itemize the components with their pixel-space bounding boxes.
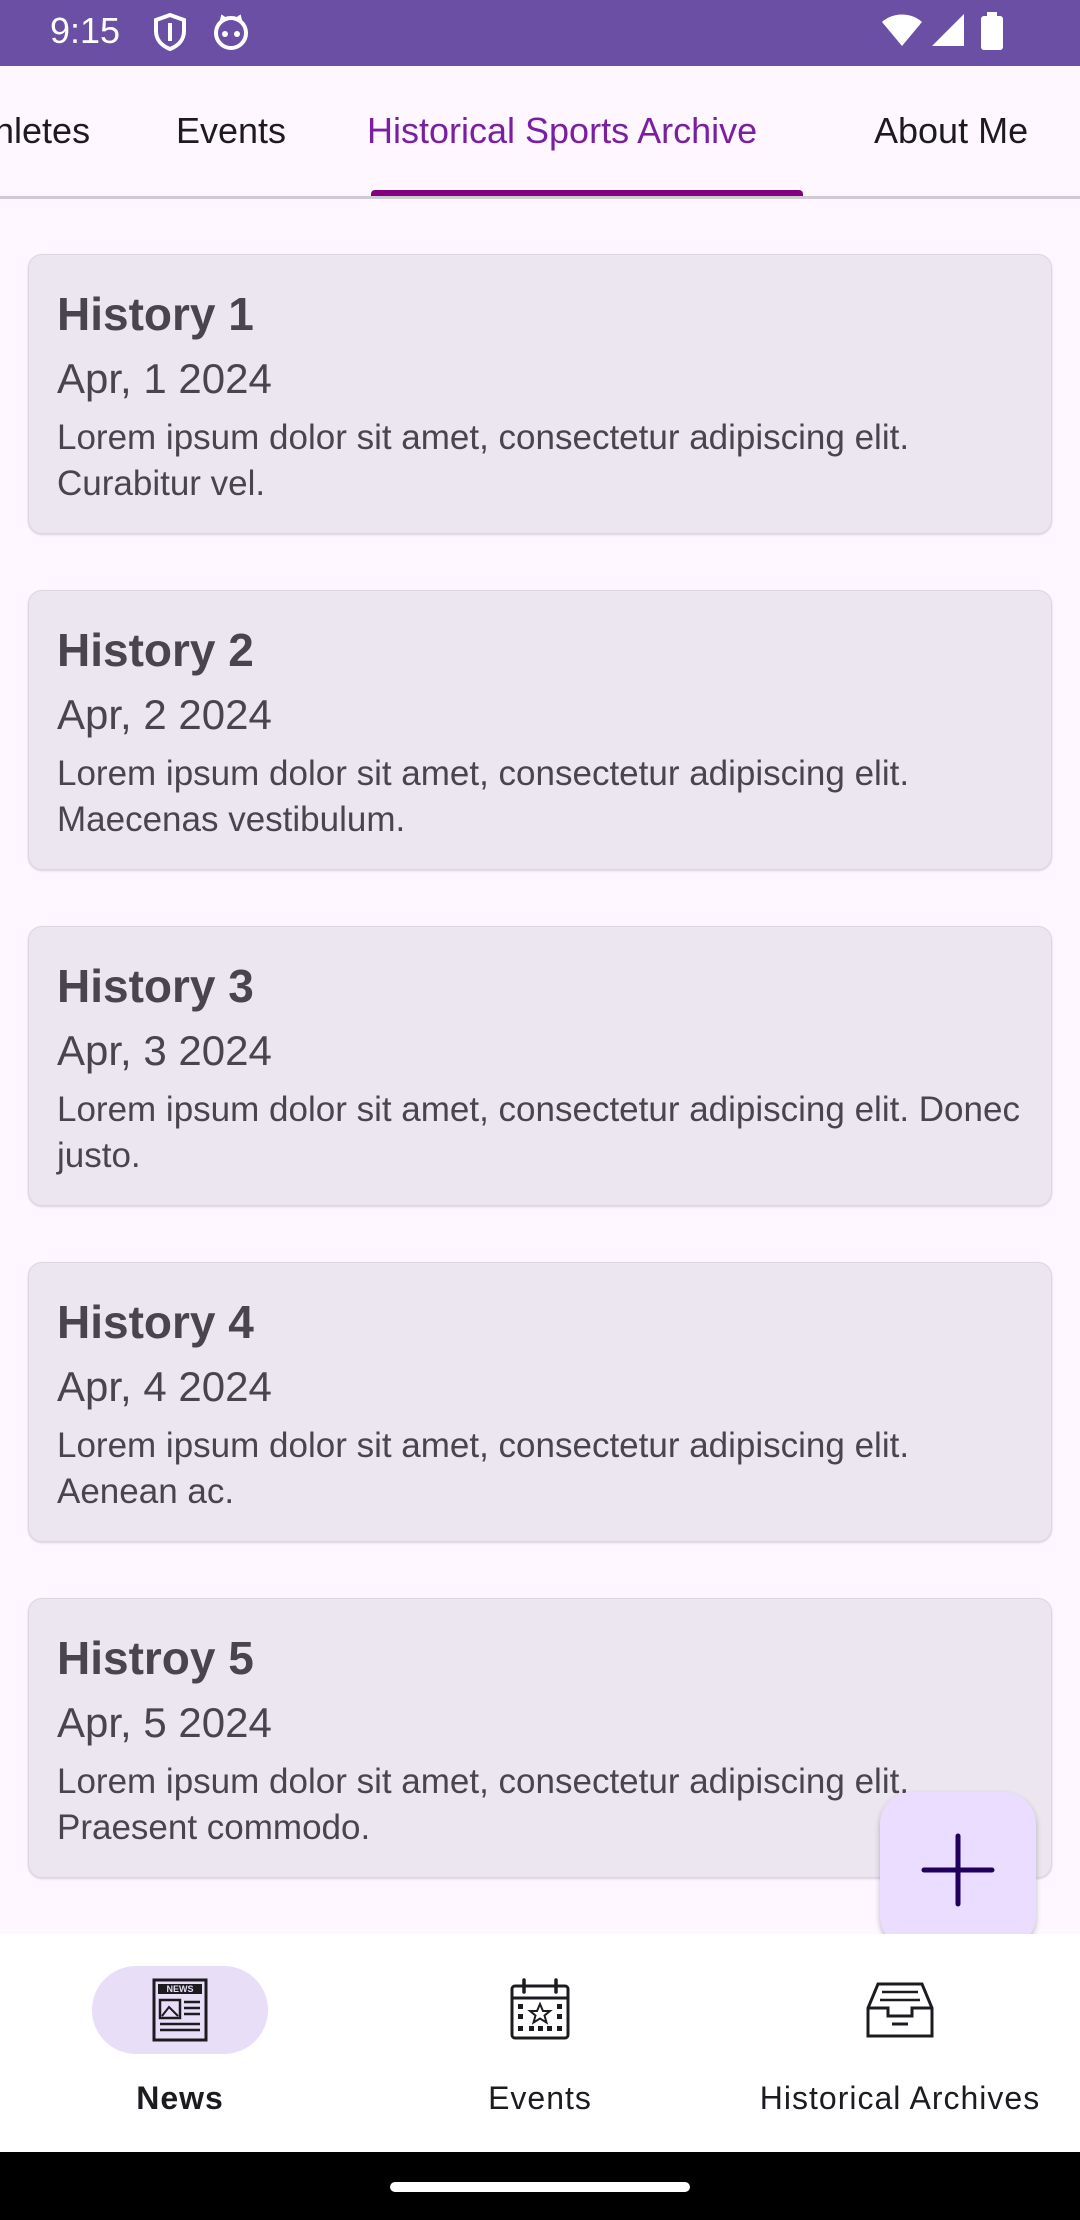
status-time: 9:15 (50, 10, 121, 51)
history-card[interactable]: History 1 Apr, 1 2024 Lorem ipsum dolor … (28, 254, 1052, 534)
plus-icon (921, 1833, 995, 1907)
archive-box-icon (866, 1982, 934, 2038)
history-card[interactable]: History 3 Apr, 3 2024 Lorem ipsum dolor … (28, 926, 1052, 1206)
card-description: Lorem ipsum dolor sit amet, consectetur … (57, 754, 910, 839)
cat-face-icon (214, 14, 248, 50)
system-navigation-bar (0, 2152, 1080, 2220)
shield-icon (154, 12, 186, 52)
nav-label-historical-archives: Historical Archives (759, 2080, 1041, 2116)
history-card[interactable]: History 2 Apr, 2 2024 Lorem ipsum dolor … (28, 590, 1052, 870)
tab-events[interactable]: Events (176, 110, 286, 152)
card-description: Lorem ipsum dolor sit amet, consectetur … (57, 1426, 910, 1511)
card-title: History 2 (57, 624, 254, 676)
wifi-icon (882, 14, 922, 46)
nav-item-events[interactable]: Events (360, 1934, 720, 2152)
card-date: Apr, 3 2024 (57, 1027, 272, 1074)
bottom-navigation: NEWS News Events Historical Archives (0, 1934, 1080, 2152)
nav-item-historical-archives[interactable]: Historical Archives (720, 1934, 1080, 2152)
card-date: Apr, 1 2024 (57, 355, 272, 402)
signal-icon (932, 14, 964, 46)
card-description: Lorem ipsum dolor sit amet, consectetur … (57, 418, 910, 503)
history-card[interactable]: History 4 Apr, 4 2024 Lorem ipsum dolor … (28, 1262, 1052, 1542)
card-date: Apr, 4 2024 (57, 1363, 272, 1410)
top-tab-bar: Athletes Events Historical Sports Archiv… (0, 66, 1080, 199)
add-history-button[interactable] (880, 1792, 1036, 1948)
tab-about-me[interactable]: About Me (874, 110, 1028, 152)
svg-text:NEWS: NEWS (167, 1984, 194, 1994)
card-description: Lorem ipsum dolor sit amet, consectetur … (57, 1090, 1020, 1175)
card-date: Apr, 5 2024 (57, 1699, 272, 1746)
newspaper-icon: NEWS (152, 1978, 208, 2042)
tab-athletes[interactable]: Athletes (0, 110, 90, 152)
status-bar: 9:15 (0, 0, 1080, 66)
battery-icon (981, 12, 1003, 50)
card-title: History 1 (57, 288, 254, 340)
card-title: History 3 (57, 960, 254, 1012)
nav-label-news: News (136, 2080, 224, 2116)
nav-item-news[interactable]: NEWS News (0, 1934, 360, 2152)
card-title: History 4 (57, 1296, 254, 1348)
home-gesture-handle[interactable] (390, 2182, 690, 2192)
nav-label-events: Events (488, 2080, 592, 2116)
calendar-icon (510, 1978, 570, 2040)
history-list[interactable]: History 1 Apr, 1 2024 Lorem ipsum dolor … (0, 196, 1080, 1934)
card-title: Histroy 5 (57, 1632, 254, 1684)
card-date: Apr, 2 2024 (57, 691, 272, 738)
tab-historical-sports-archive[interactable]: Historical Sports Archive (367, 110, 757, 152)
